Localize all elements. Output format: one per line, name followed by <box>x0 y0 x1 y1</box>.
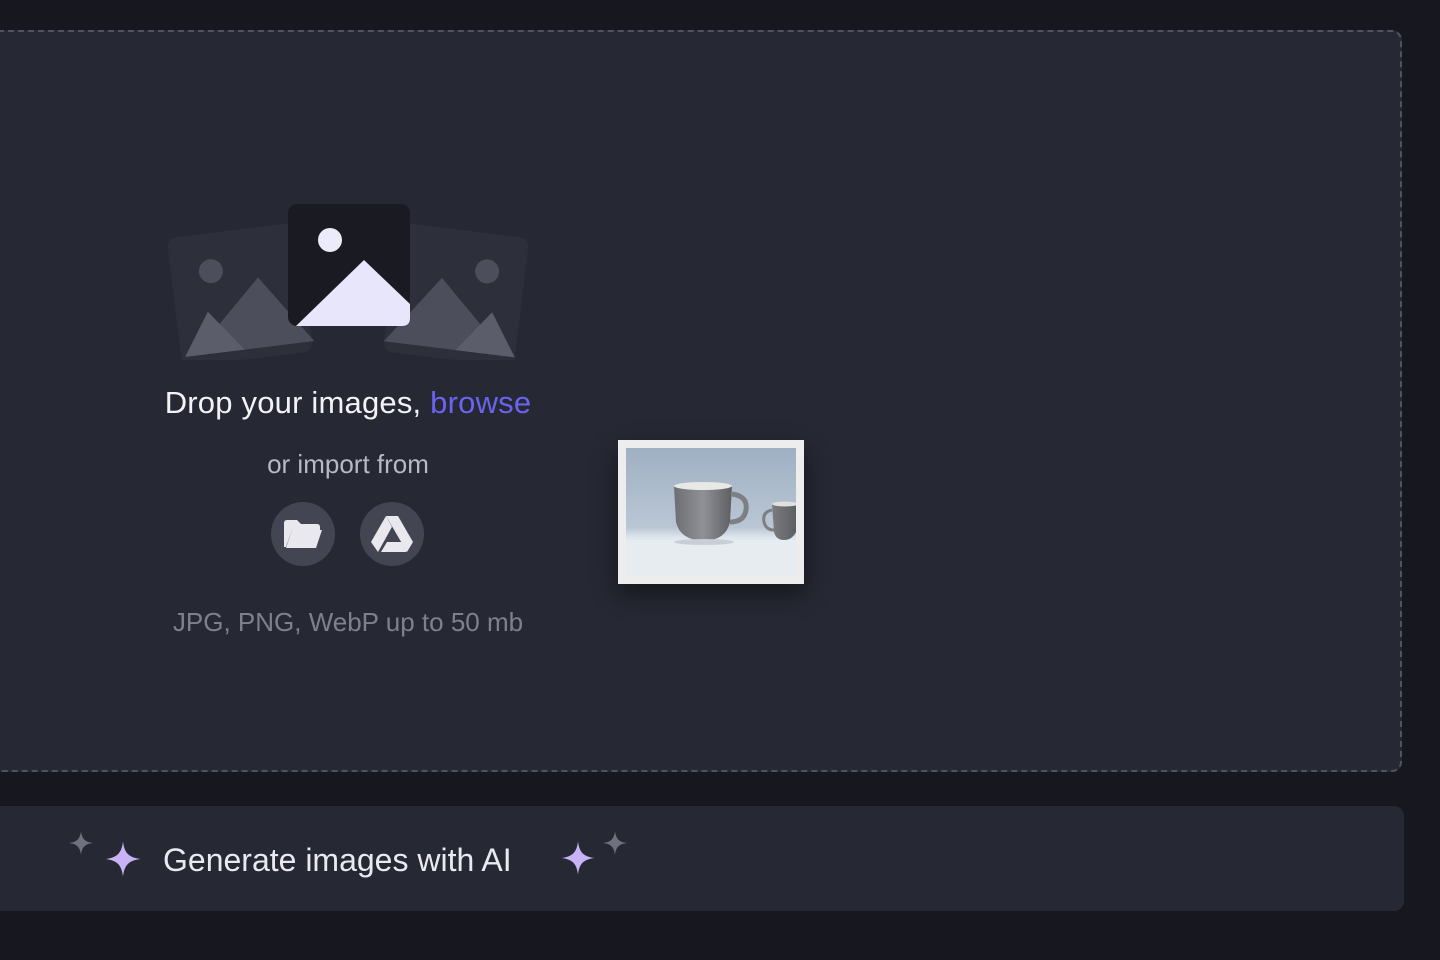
images-illustration-icon <box>168 204 529 360</box>
cups-photo <box>626 448 796 576</box>
sparkle-icon <box>561 841 595 875</box>
sparkle-icon <box>603 831 627 855</box>
upload-page: Drop your images, browse or import from … <box>0 0 1440 960</box>
sparkle-icon <box>69 831 93 855</box>
google-drive-icon <box>371 516 413 552</box>
folder-icon <box>284 520 322 548</box>
drag-preview-thumbnail[interactable] <box>618 440 804 584</box>
import-local-files-button[interactable] <box>271 502 335 566</box>
import-label: or import from <box>267 449 429 479</box>
drop-instructions-prefix: Drop your images, <box>164 385 431 420</box>
drop-instructions: Drop your images, browse <box>0 385 696 421</box>
supported-formats: JPG, PNG, WebP up to 50 mb <box>172 607 524 637</box>
browse-link[interactable]: browse <box>430 385 531 420</box>
sparkle-icon <box>105 841 141 877</box>
generate-with-ai-label: Generate images with AI <box>163 842 512 878</box>
import-google-drive-button[interactable] <box>360 502 424 566</box>
